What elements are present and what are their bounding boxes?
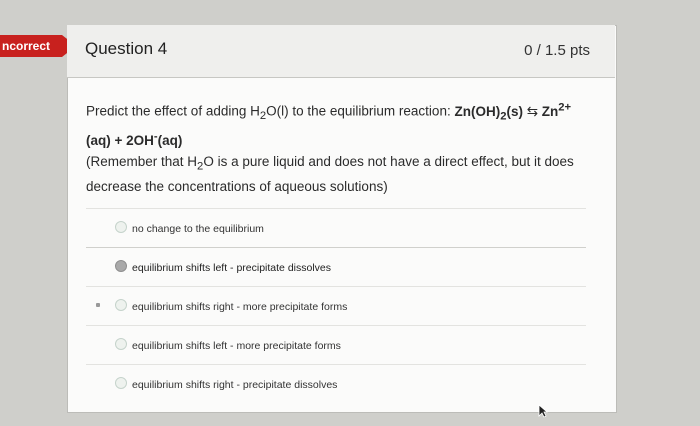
question-note: (Remember that H2O is a pure liquid and …: [86, 152, 586, 197]
answer-label: equilibrium shifts right - more precipit…: [132, 301, 348, 313]
question-prompt: Predict the effect of adding H2O(l) to t…: [86, 97, 596, 151]
wrong-answer-marker-icon: [96, 303, 100, 307]
answer-label: no change to the equilibrium: [132, 223, 264, 235]
reaction-line2-end: (aq): [157, 132, 183, 148]
answer-option[interactable]: equilibrium shifts left - more precipita…: [86, 325, 586, 364]
question-title: Question 4: [85, 39, 168, 58]
answer-option[interactable]: no change to the equilibrium: [86, 208, 586, 247]
radio-button[interactable]: [115, 377, 127, 389]
question-points: 0 / 1.5 pts: [524, 42, 590, 59]
mouse-cursor-icon: [538, 404, 548, 418]
reaction-product-zn: Zn: [538, 103, 559, 119]
reaction-zn-charge: 2+: [558, 101, 572, 113]
answer-label: equilibrium shifts right - precipitate d…: [132, 379, 338, 391]
answer-option[interactable]: equilibrium shifts right - more precipit…: [86, 286, 586, 325]
answer-label: equilibrium shifts left - precipitate di…: [132, 262, 331, 274]
prompt-prefix: Predict the effect of adding H: [86, 103, 260, 119]
radio-button[interactable]: [115, 221, 127, 233]
incorrect-status-label: ncorrect: [2, 39, 51, 53]
answer-label: equilibrium shifts left - more precipita…: [132, 340, 341, 352]
reaction-reactant: Zn(OH): [454, 103, 501, 119]
answer-list: no change to the equilibrium equilibrium…: [86, 208, 586, 403]
answer-option[interactable]: equilibrium shifts right - precipitate d…: [86, 364, 586, 403]
reaction-state: (s): [506, 103, 527, 119]
reaction-line2: (aq) + 2OH: [86, 132, 154, 148]
radio-button[interactable]: [115, 338, 127, 350]
radio-button[interactable]: [115, 299, 127, 311]
prompt-middle: O(l) to the equilibrium reaction:: [266, 103, 455, 119]
radio-button-checked[interactable]: [115, 260, 127, 272]
answer-option-selected[interactable]: equilibrium shifts left - precipitate di…: [86, 247, 586, 286]
note-prefix: (Remember that H: [86, 154, 198, 169]
equilibrium-arrow-icon: ⇆: [526, 103, 539, 119]
incorrect-status-tag: ncorrect: [0, 35, 62, 57]
